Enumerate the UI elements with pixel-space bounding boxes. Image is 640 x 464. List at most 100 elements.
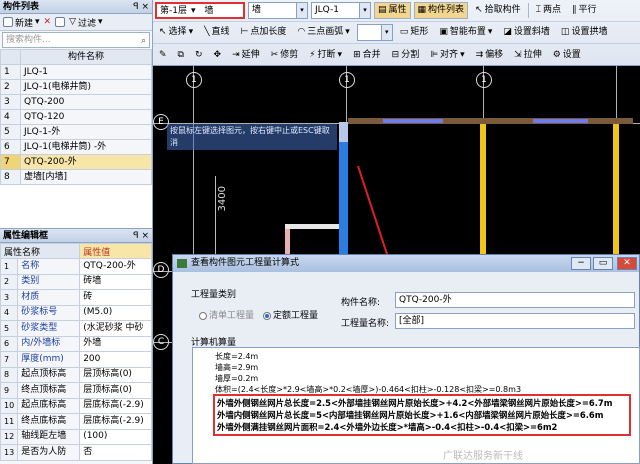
smart-layout-button[interactable]: ▣ 智能布置 ▾ [435, 24, 496, 41]
property-row[interactable]: 7 厚度(mm) 200 [0, 351, 152, 368]
component-row[interactable]: 7 QTQ-200-外 [0, 154, 152, 170]
set-slope-wall-button[interactable]: ◪ 设置斜墙 [499, 24, 554, 41]
quantity-dialog: 查看构件图元工程量计算式 − ▭ ✕ 工程量类别 清单工程量 定额工程量 构件名… [172, 254, 640, 464]
property-button[interactable]: ▤ 属性 [374, 2, 411, 19]
two-point-icon: ⌶ [535, 5, 542, 15]
minimize-button[interactable]: − [571, 257, 591, 270]
split-button[interactable]: ⊟ 分割 [388, 47, 424, 64]
set-button[interactable]: ⚙ 设置 [549, 47, 585, 64]
property-header-name: 属性名称 [0, 243, 81, 259]
property-row[interactable]: 4 砂浆标号 (M5.0) [0, 304, 152, 321]
extend-icon: ⇥ [232, 49, 240, 60]
select-button[interactable]: ↖ 选择 ▾ [155, 24, 197, 41]
component-row[interactable]: 5 JLQ-1-外 [0, 124, 152, 140]
property-row[interactable]: 5 砂浆类型 (水泥砂浆 中砂 [0, 320, 152, 337]
tool-icon-1[interactable]: ✎ [155, 47, 171, 64]
component-row[interactable]: 1 JLQ-1 [0, 64, 152, 80]
quantity-name-label: 工程量名称: [341, 319, 390, 329]
maximize-button[interactable]: ▭ [593, 257, 613, 270]
parallel-button[interactable]: ∥ 平行 [568, 2, 601, 19]
property-row[interactable]: 3 材质砖 [0, 289, 152, 306]
cursor-icon: ↖ [159, 27, 167, 37]
toolbar-row-2: ↖ 选择 ▾ ╲ 直线 ⊢ 点加长度 ◠ 三点画弧 ▾ ▾ ▭ 矩形 ▣ 智能布置 ▾ ◪ 设置斜墙… [153, 22, 640, 44]
component-row[interactable]: 2 JLQ-1(电梯井筒) [0, 79, 152, 95]
panel-pin-icon[interactable]: ꟼ × [133, 0, 149, 14]
toolbar-row-1: 第-1层 ▾ 墙 墙 ▾ JLQ-1 ▾ ▤ 属性 ▦ 构件列表 ↖ 拾取构件 ⌶ 两点 ∥ 平… [153, 0, 640, 22]
pick-component-button[interactable]: ↖ 拾取构件 [471, 2, 525, 19]
watermark: 广联达服务新干线 [443, 451, 523, 462]
break-button[interactable]: ⚡ 打断 ▾ [305, 47, 346, 64]
tool-icon-2[interactable]: ⧉ [174, 47, 188, 64]
arc-mode-select[interactable]: ▾ [356, 24, 393, 41]
property-row[interactable]: 2 类别 砖墙 [0, 273, 152, 290]
line-button[interactable]: ╲ 直线 [200, 24, 233, 41]
stretch-icon: ⇲ [514, 49, 522, 60]
delete-button[interactable]: ✕ [44, 17, 52, 27]
component-select[interactable]: JLQ-1 ▾ [311, 2, 371, 19]
floor-select[interactable]: 第-1层 ▾ 墙 [155, 2, 245, 19]
quantity-name-field[interactable]: [全部] [395, 313, 635, 329]
calc-textarea[interactable]: 长度=2.4m 墙高=2.9m 墙厚=0.2m 体积=(2.4<长度>*2.9<… [192, 347, 640, 464]
property-table: 属性名称 属性值 1 名称 QTQ-200-外 2 类别 砖墙 3 材质砖 4 砂浆标号 (M5.0)… [0, 243, 152, 461]
merge-button[interactable]: ⊞ 合并 [349, 47, 385, 64]
toolbar-row-3: ✎ ⧉ ↻ ✥ ⇥ 延伸 ✂ 修剪 ⚡ 打断 ▾ ⊞ 合并 ⊟ 分割 ⊫ 对齐 ▾ ⇉ 偏移 ⇲ 拉… [153, 44, 640, 66]
pick-icon: ↖ [475, 5, 483, 15]
property-row[interactable]: 1 名称 QTQ-200-外 [0, 258, 152, 275]
parallel-icon: ∥ [572, 5, 577, 15]
offset-button[interactable]: ⇉ 偏移 [472, 47, 508, 64]
offset-icon: ⇉ [475, 49, 484, 60]
rectangle-button[interactable]: ▭ 矩形 [396, 24, 433, 41]
type-select[interactable]: 墙 ▾ [248, 2, 308, 19]
close-button[interactable]: ✕ [617, 257, 637, 270]
property-row[interactable]: 11 终点底标高 层底标高(-2.9) [0, 413, 152, 430]
calc-line: 长度=2.4m [215, 352, 259, 361]
property-row[interactable]: 10 起点底标高 层底标高(-2.9) [0, 397, 152, 414]
property-row[interactable]: 8 起点顶标高 层顶标高(0) [0, 366, 152, 383]
rectangle-icon: ▭ [399, 27, 409, 37]
left-panel: 构件列表 ꟼ × 新建 ▾ ✕ ▽ 过滤 ▾ 搜索构件... ⌕ 构件名称 1 JLQ-… [0, 0, 153, 464]
filter-button[interactable]: ▽ 过滤 ▾ [69, 16, 102, 29]
tool-icon-4[interactable]: ✥ [210, 47, 226, 64]
component-row[interactable]: 8 虚墙[内墙] [0, 169, 152, 185]
align-button[interactable]: ⊫ 对齐 ▾ [426, 47, 468, 64]
search-icon: ⌕ [140, 36, 146, 46]
calc-line: 墙高=2.9m [215, 363, 259, 372]
tool-icon-3[interactable]: ↻ [191, 47, 207, 64]
trim-icon: ✂ [270, 49, 279, 60]
point-length-icon: ⊢ [240, 27, 249, 37]
point-length-button[interactable]: ⊢ 点加长度 [237, 24, 291, 41]
component-list-button[interactable]: ▦ 构件列表 [413, 2, 469, 19]
extend-button[interactable]: ⇥ 延伸 [228, 47, 264, 64]
align-icon: ⊫ [430, 49, 439, 60]
component-row[interactable]: 4 QTQ-120 [0, 109, 152, 125]
calc-line: 外墙外侧钢丝网片总长度=2.5<外部墙挂钢丝网片原始长度>+4.2<外部墙梁钢丝… [217, 398, 613, 408]
set-icon: ⚙ [552, 49, 561, 60]
component-row[interactable]: 3 QTQ-200 [0, 94, 152, 110]
property-row[interactable]: 9 终点顶标高 层顶标高(0) [0, 382, 152, 399]
component-row[interactable]: 6 JLQ-1(电梯井筒) -外 [0, 139, 152, 155]
stretch-button[interactable]: ⇲ 拉伸 [510, 47, 546, 64]
copy-icon [55, 17, 66, 27]
list-icon: ▦ [417, 5, 427, 15]
filter-icon: ▽ [69, 17, 77, 27]
dialog-titlebar: 查看构件图元工程量计算式 − ▭ ✕ [173, 255, 639, 272]
component-list-empty [0, 185, 152, 229]
property-row[interactable]: 12 轴线距左墙 (100) [0, 428, 152, 445]
set-arch-wall-button[interactable]: ◫ 设置拱墙 [557, 24, 612, 41]
component-list-toolbar: 新建 ▾ ✕ ▽ 过滤 ▾ [0, 14, 152, 31]
app-icon [177, 259, 187, 268]
component-name-field[interactable]: QTQ-200-外 [395, 292, 635, 308]
copy-button[interactable] [55, 17, 66, 27]
property-row[interactable]: 13 是否为人防否 [0, 444, 152, 461]
two-point-button[interactable]: ⌶ 两点 [532, 2, 565, 19]
property-row[interactable]: 6 内/外墙标 外墙 [0, 335, 152, 352]
new-button[interactable]: 新建 ▾ [3, 16, 40, 29]
main-toolbar: 第-1层 ▾ 墙 墙 ▾ JLQ-1 ▾ ▤ 属性 ▦ 构件列表 ↖ 拾取构件 ⌶ 两点 ∥ 平… [153, 0, 640, 66]
option-list-quantity[interactable]: 清单工程量 [199, 308, 254, 321]
search-input[interactable]: 搜索构件... ⌕ [2, 32, 150, 48]
option-quota-quantity[interactable]: 定额工程量 [263, 308, 318, 321]
trim-button[interactable]: ✂ 修剪 [267, 47, 303, 64]
column-header-name: 构件名称 [20, 49, 152, 65]
three-point-arc-button[interactable]: ◠ 三点画弧 ▾ [293, 24, 353, 41]
property-pin-icon[interactable]: ꟼ × [133, 229, 149, 243]
